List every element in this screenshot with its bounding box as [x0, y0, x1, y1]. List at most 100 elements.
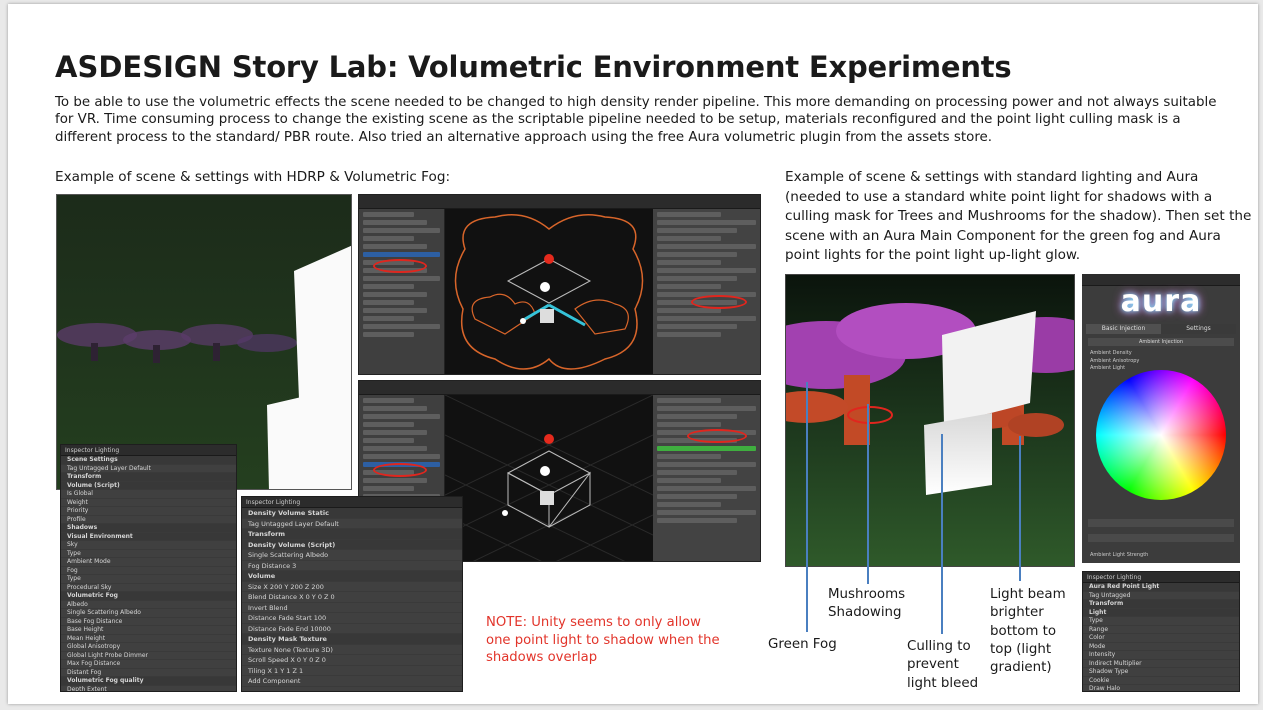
label-mushrooms-shadowing: Mushrooms Shadowing: [828, 587, 906, 621]
arrow-culling: [941, 434, 943, 634]
label-culling: Culling to prevent light bleed: [907, 639, 979, 691]
inspector-row: Base Height: [61, 626, 236, 635]
inspector-row: Invert Blend: [242, 603, 462, 613]
inspector-row: Range: [1083, 626, 1239, 634]
inspector-row: Shadow Type: [1083, 668, 1239, 677]
color-wheel[interactable]: [1096, 370, 1226, 500]
highlight-ring: [691, 295, 747, 309]
highlight-ring: [373, 463, 427, 477]
slider-bar[interactable]: [1088, 519, 1234, 527]
arrow-light-beam: [1019, 436, 1021, 581]
inspector-rows: Density Volume Static Tag Untagged Layer …: [242, 508, 462, 687]
inspector-row: Global Anisotropy: [61, 643, 236, 652]
inspector-tabs: Inspector Lighting: [242, 497, 462, 508]
tab-basic-injection[interactable]: Basic Injection: [1086, 324, 1161, 334]
ambient-light-label: Ambient Light: [1090, 365, 1126, 371]
inspector-row: Weight: [61, 499, 236, 507]
viewport-art: [445, 395, 653, 561]
inspector-row: Profile: [61, 516, 236, 524]
tab-settings[interactable]: Settings: [1161, 324, 1236, 334]
inspector-rows: Scene Settings Tag Untagged Layer Default…: [61, 456, 236, 692]
inspector-row: Procedural Sky: [61, 584, 236, 592]
inspector-row: Blend Distance X 0 Y 0 Z 0: [242, 592, 462, 603]
inspector-row: Volume (Script): [61, 481, 236, 490]
inspector-row: Tag Untagged Layer Default: [61, 465, 236, 473]
hdrp-caption: Example of scene & settings with HDRP & …: [55, 169, 451, 185]
inspector-row: Is Global: [61, 490, 236, 499]
inspector-row: Draw Halo: [1083, 685, 1239, 691]
viewport-art: [454, 214, 644, 370]
hierarchy-panel: [359, 209, 445, 374]
aura-main-component-panel: aura Basic Injection Settings Ambient In…: [1082, 274, 1240, 563]
inspector-density-volume: Inspector Lighting Density Volume Static…: [241, 496, 463, 692]
inspector-row: Transform: [1083, 600, 1239, 609]
inspector-row: Indirect Multiplier: [1083, 660, 1239, 668]
inspector-panel: [653, 395, 760, 561]
inspector-row: Density Mask Texture: [242, 634, 462, 645]
inspector-row: Global Light Probe Dimmer: [61, 652, 236, 660]
ambient-density-label: Ambient Density: [1090, 350, 1132, 356]
inspector-row: Priority: [61, 507, 236, 516]
inspector-row: Tiling X 1 Y 1 Z 1: [242, 666, 462, 676]
inspector-row: Tag Untagged: [1083, 592, 1239, 600]
aura-logo: aura: [1120, 284, 1202, 319]
label-green-fog: Green Fog: [768, 637, 837, 652]
label-light-beam: Light beam brighter bottom to top (light…: [990, 587, 1066, 676]
slider-bar[interactable]: [1088, 534, 1234, 542]
intro-paragraph: To be able to use the volumetric effects…: [55, 95, 1217, 145]
inspector-tabs: Inspector Lighting: [1083, 572, 1239, 583]
inspector-row: Mode: [1083, 643, 1239, 651]
inspector-row: Transform: [242, 529, 462, 540]
inspector-row: Scroll Speed X 0 Y 0 Z 0: [242, 655, 462, 666]
inspector-row: Albedo: [61, 601, 236, 609]
inspector-row: Volumetric Fog quality: [61, 677, 236, 686]
aura-render-art: [786, 275, 1074, 566]
inspector-row: Mean Height: [61, 635, 236, 643]
title-brand: ASDESIGN: [55, 50, 222, 84]
inspector-row: Shadows: [61, 524, 236, 533]
highlight-ring: [687, 429, 747, 443]
inspector-row: Visual Environment: [61, 532, 236, 541]
scene-viewport: [445, 209, 653, 374]
arrow-green-fog: [806, 382, 808, 632]
inspector-row: Intensity: [1083, 651, 1239, 660]
inspector-row: Density Volume Static: [242, 508, 462, 519]
inspector-row: Scene Settings: [61, 456, 236, 465]
aura-scene-render: [785, 274, 1075, 567]
inspector-row: Volume: [242, 571, 462, 582]
scene-viewport: [445, 395, 653, 561]
inspector-row: Distance Fade End 10000: [242, 624, 462, 634]
inspector-row: Base Fog Distance: [61, 618, 236, 626]
inspector-row: Type: [1083, 617, 1239, 626]
inspector-rows: Aura Red Point Light Tag Untagged Transfor…: [1083, 583, 1239, 691]
editor-toolbar: [359, 381, 760, 395]
inspector-scene-settings: Inspector Lighting Scene Settings Tag Unt…: [60, 444, 237, 692]
inspector-row: Color: [1083, 634, 1239, 643]
slide-page: ASDESIGN Story Lab: Volumetric Environme…: [8, 4, 1258, 704]
inspector-row: Size X 200 Y 200 Z 200: [242, 582, 462, 592]
inspector-row: Add Component: [242, 676, 462, 687]
inspector-row: Ambient Mode: [61, 558, 236, 567]
unity-note: NOTE: Unity seems to only allow one poin…: [486, 615, 720, 665]
inspector-row: Fog Distance 3: [242, 561, 462, 571]
title-text: Story Lab: Volumetric Environment Experi…: [221, 50, 1012, 84]
inspector-row: Transform: [61, 473, 236, 482]
ambient-injection-section: Ambient Injection: [1088, 338, 1234, 346]
inspector-tabs: Inspector Lighting: [61, 445, 236, 456]
inspector-row: Single Scattering Albedo: [242, 550, 462, 561]
inspector-row: Light: [1083, 608, 1239, 617]
inspector-row: Distant Fog: [61, 669, 236, 677]
aura-caption: Example of scene & settings with standar…: [785, 169, 1252, 264]
highlight-ring: [373, 259, 427, 273]
inspector-row: Max Fog Distance: [61, 660, 236, 669]
inspector-row: Cookie: [1083, 677, 1239, 685]
inspector-row: Tag Untagged Layer Default: [242, 519, 462, 529]
inspector-row: Volumetric Fog: [61, 592, 236, 601]
inspector-row: Single Scattering Albedo: [61, 609, 236, 618]
inspector-row: Sky: [61, 541, 236, 550]
unity-editor-screenshot-top: [358, 194, 761, 375]
editor-toolbar: [359, 195, 760, 209]
inspector-row: Density Volume (Script): [242, 539, 462, 550]
inspector-row: Depth Extent: [61, 686, 236, 692]
aura-tabs: Basic Injection Settings: [1086, 324, 1236, 334]
